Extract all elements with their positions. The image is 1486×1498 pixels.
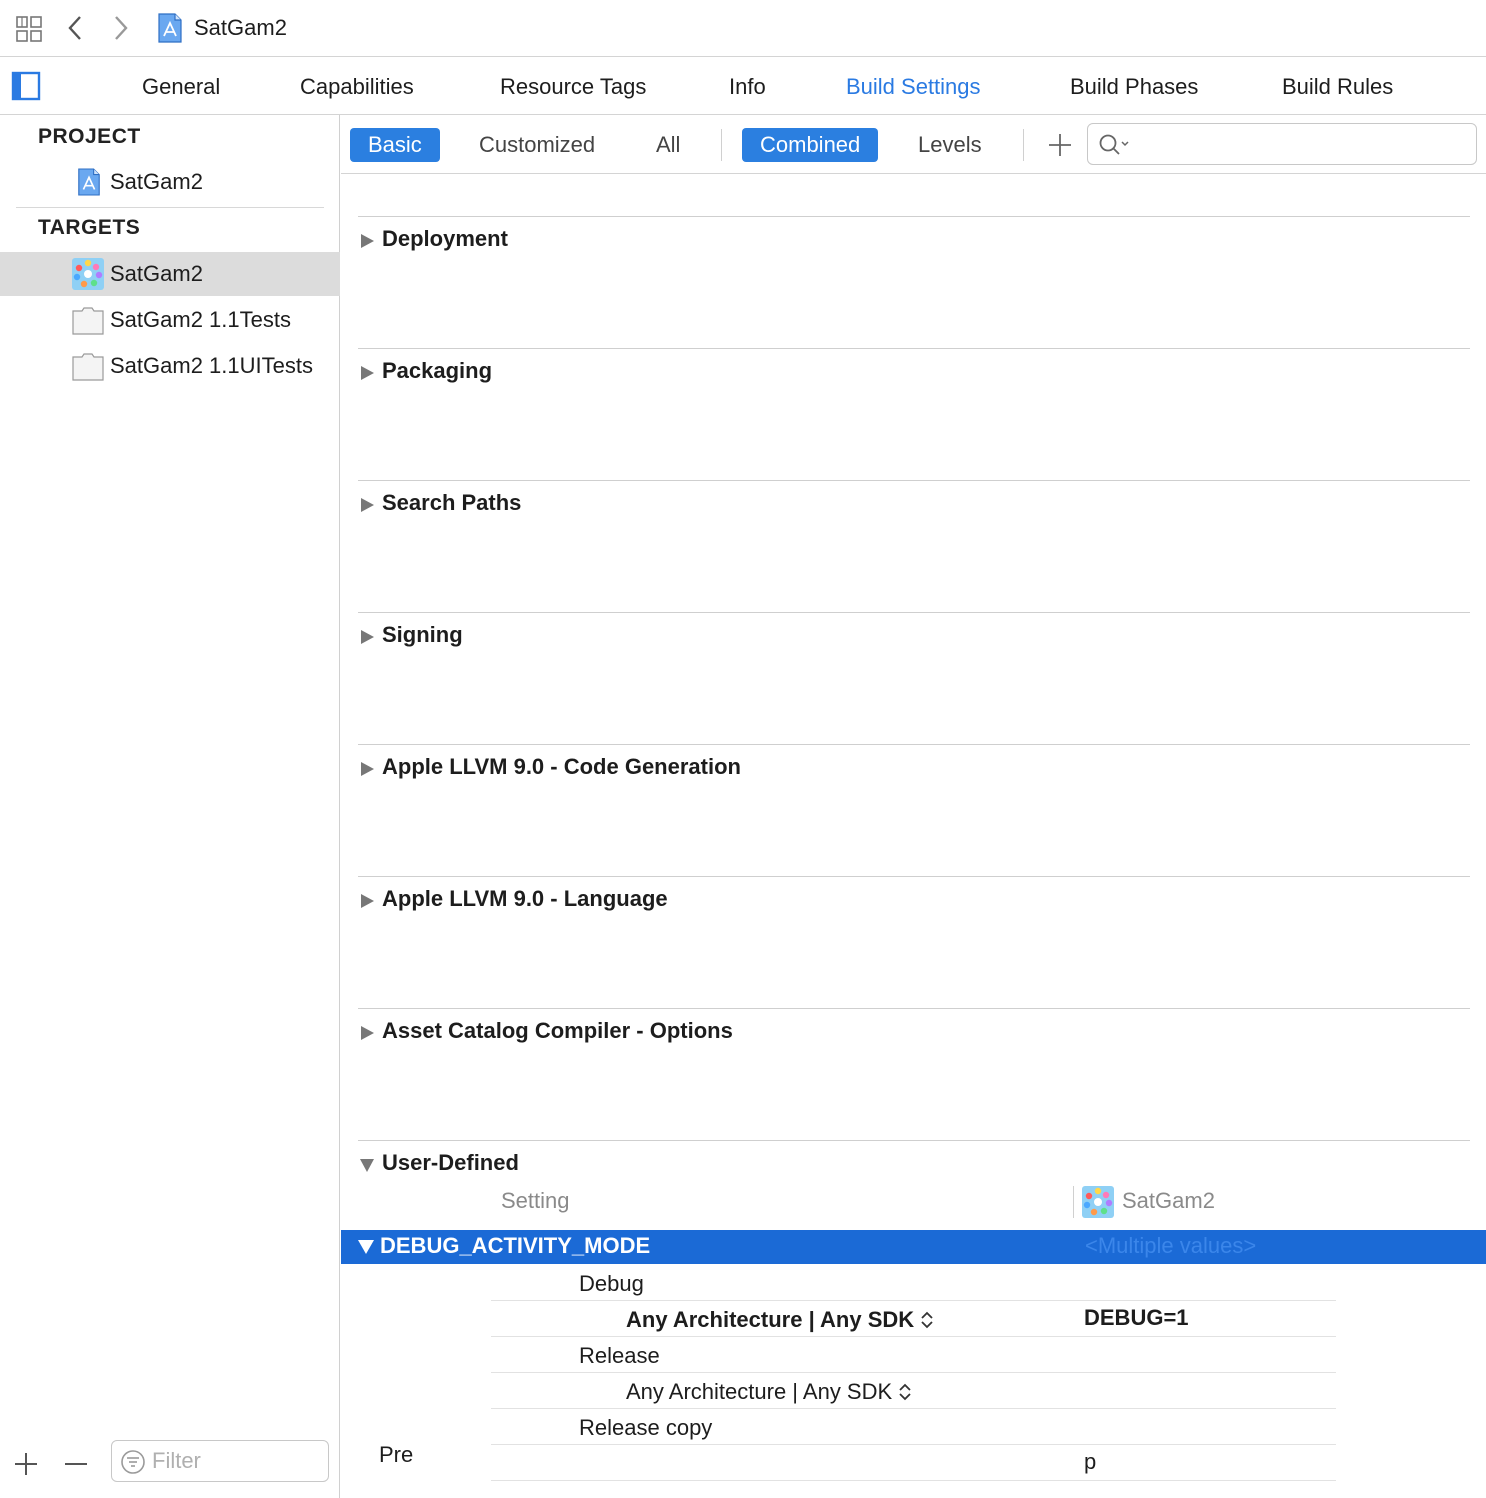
setting-key: DEBUG_ACTIVITY_MODE	[380, 1233, 651, 1258]
group-title: Deployment	[382, 226, 508, 251]
filter-separator	[1023, 129, 1024, 161]
setting-row-pre[interactable]: p	[491, 1445, 1336, 1481]
editor-tab-bar: General Capabilities Resource Tags Info …	[0, 57, 1486, 115]
setting-value[interactable]: DEBUG=1	[1084, 1305, 1189, 1331]
scope-customized-button[interactable]: Customized	[461, 128, 613, 162]
disclosure-collapsed-icon[interactable]	[359, 365, 375, 381]
setting-row-debug-activity-mode[interactable]: DEBUG_ACTIVITY_MODE <Multiple values>	[341, 1230, 1486, 1264]
sidebar-item-label: SatGam2	[110, 169, 203, 194]
show-navigator-icon[interactable]	[11, 71, 41, 101]
group-packaging[interactable]: Packaging	[358, 348, 1470, 480]
sidebar-bottom-bar	[0, 1438, 340, 1498]
remove-target-icon[interactable]	[62, 1450, 90, 1478]
group-llvm-code-generation[interactable]: Apple LLVM 9.0 - Code Generation	[358, 744, 1470, 876]
sidebar-item-target-satgam2[interactable]: SatGam2	[0, 252, 340, 296]
config-label: Debug	[579, 1271, 644, 1296]
filter-icon	[121, 1450, 145, 1474]
filter-input[interactable]	[152, 1447, 322, 1475]
xcode-project-icon	[78, 168, 100, 196]
condition-label[interactable]: Any Architecture | Any SDK	[626, 1307, 934, 1333]
scope-all-button[interactable]: All	[638, 128, 698, 162]
config-row-release-copy[interactable]: Release copy	[491, 1409, 1336, 1445]
config-label: Release	[579, 1343, 660, 1368]
view-levels-button[interactable]: Levels	[900, 128, 1000, 162]
disclosure-collapsed-icon[interactable]	[359, 233, 375, 249]
disclosure-collapsed-icon[interactable]	[359, 629, 375, 645]
tab-resource-tags[interactable]: Resource Tags	[500, 73, 646, 101]
config-row-release[interactable]: Release	[491, 1337, 1336, 1373]
condition-label[interactable]: Any Architecture | Any SDK	[626, 1379, 912, 1405]
group-title: Apple LLVM 9.0 - Language	[382, 886, 668, 911]
add-build-setting-icon[interactable]	[1047, 132, 1073, 158]
column-header-target[interactable]: SatGam2	[1122, 1188, 1215, 1214]
tab-info[interactable]: Info	[729, 73, 766, 101]
sidebar-filter-field[interactable]	[111, 1440, 329, 1482]
tab-build-rules[interactable]: Build Rules	[1282, 73, 1393, 101]
tab-build-settings[interactable]: Build Settings	[846, 73, 981, 101]
view-combined-button[interactable]: Combined	[742, 128, 879, 162]
group-signing[interactable]: Signing	[358, 612, 1470, 744]
build-settings-list: Deployment Packaging Search Paths Signin…	[341, 174, 1486, 1498]
search-icon	[1099, 134, 1129, 155]
test-bundle-icon	[72, 353, 104, 381]
group-title: Apple LLVM 9.0 - Code Generation	[382, 754, 741, 779]
condition-text: Any Architecture | Any SDK	[626, 1379, 893, 1404]
test-bundle-icon	[72, 307, 104, 335]
forward-chevron-icon[interactable]	[110, 14, 132, 42]
app-target-icon	[1082, 1186, 1114, 1218]
condition-row-debug-any[interactable]: Any Architecture | Any SDK DEBUG=1	[491, 1301, 1336, 1337]
setting-key-partial[interactable]: Pre	[379, 1442, 413, 1468]
sidebar-item-project[interactable]: SatGam2	[0, 160, 340, 204]
sidebar-item-label: SatGam2 1.1Tests	[110, 307, 291, 332]
app-target-icon	[72, 258, 104, 290]
tab-capabilities[interactable]: Capabilities	[300, 73, 414, 101]
group-title: User-Defined	[382, 1150, 519, 1175]
group-title: Packaging	[382, 358, 493, 383]
condition-text: Any Architecture | Any SDK	[626, 1307, 915, 1332]
sidebar-item-label: SatGam2	[110, 261, 203, 286]
search-input[interactable]	[1138, 130, 1468, 158]
breadcrumb-project[interactable]: SatGam2	[194, 14, 287, 42]
condition-row-release-any[interactable]: Any Architecture | Any SDK	[491, 1373, 1336, 1409]
disclosure-collapsed-icon[interactable]	[359, 761, 375, 777]
build-settings-filter-bar: Basic Customized All Combined Levels	[341, 115, 1486, 174]
group-llvm-language[interactable]: Apple LLVM 9.0 - Language	[358, 876, 1470, 1008]
group-deployment[interactable]: Deployment	[358, 216, 1470, 348]
related-items-grid-icon[interactable]	[16, 16, 42, 42]
disclosure-expanded-icon[interactable]	[359, 1157, 375, 1173]
disclosure-collapsed-icon[interactable]	[359, 1025, 375, 1041]
tab-general[interactable]: General	[142, 73, 220, 101]
disclosure-collapsed-icon[interactable]	[359, 893, 375, 909]
setting-value[interactable]: p	[1084, 1449, 1096, 1475]
group-search-paths[interactable]: Search Paths	[358, 480, 1470, 612]
updown-chevron-icon[interactable]	[898, 1382, 912, 1402]
add-target-icon[interactable]	[12, 1450, 40, 1478]
sidebar-divider	[16, 207, 324, 208]
tab-build-phases[interactable]: Build Phases	[1070, 73, 1198, 101]
sidebar-item-label: SatGam2 1.1UITests	[110, 353, 313, 378]
targets-section-header: TARGETS	[38, 216, 141, 239]
setting-value[interactable]: <Multiple values>	[1085, 1233, 1256, 1259]
disclosure-expanded-icon[interactable]	[358, 1240, 374, 1254]
filter-separator	[721, 129, 722, 161]
build-settings-search-field[interactable]	[1087, 123, 1477, 165]
group-asset-catalog-options[interactable]: Asset Catalog Compiler - Options	[358, 1008, 1470, 1140]
group-title: Search Paths	[382, 490, 522, 515]
xcode-project-icon	[158, 13, 182, 43]
updown-chevron-icon[interactable]	[920, 1310, 934, 1330]
project-section-header: PROJECT	[38, 125, 141, 148]
config-label: Release copy	[579, 1415, 713, 1440]
column-separator	[1073, 1186, 1074, 1218]
sidebar-item-target-tests[interactable]: SatGam2 1.1Tests	[0, 298, 340, 342]
disclosure-collapsed-icon[interactable]	[359, 497, 375, 513]
sidebar-item-target-uitests[interactable]: SatGam2 1.1UITests	[0, 344, 340, 388]
scope-basic-button[interactable]: Basic	[350, 128, 440, 162]
jump-bar: SatGam2	[0, 0, 1486, 57]
group-title: Signing	[382, 622, 463, 647]
column-header-setting[interactable]: Setting	[501, 1188, 570, 1214]
back-chevron-icon[interactable]	[64, 14, 86, 42]
group-title: Asset Catalog Compiler - Options	[382, 1018, 733, 1043]
project-targets-sidebar: PROJECT SatGam2 TARGETS SatGam2 SatGam2 …	[0, 115, 340, 1498]
config-row-debug[interactable]: Debug	[491, 1265, 1336, 1301]
